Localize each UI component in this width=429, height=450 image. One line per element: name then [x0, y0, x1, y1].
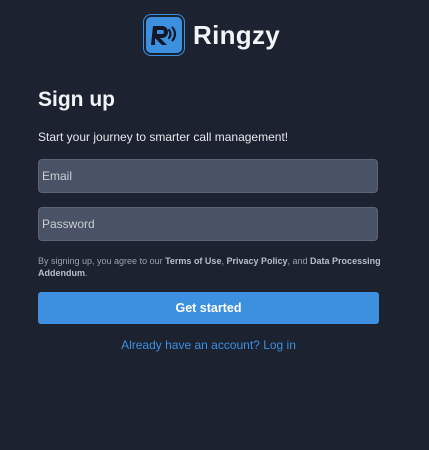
- email-field[interactable]: [38, 159, 378, 193]
- terms-notice: By signing up, you agree to our Terms of…: [38, 255, 383, 279]
- brand-logo: Ringzy: [144, 13, 280, 57]
- ringzy-logo-icon: [144, 15, 184, 55]
- privacy-policy-link[interactable]: Privacy Policy: [226, 256, 287, 266]
- page-subtitle: Start your journey to smarter call manag…: [38, 130, 289, 144]
- terms-of-use-link[interactable]: Terms of Use: [165, 256, 221, 266]
- page-title: Sign up: [38, 88, 115, 111]
- login-link[interactable]: Already have an account? Log in: [0, 338, 417, 352]
- get-started-button[interactable]: Get started: [38, 292, 379, 324]
- terms-prefix: By signing up, you agree to our: [38, 256, 166, 266]
- password-field[interactable]: [38, 207, 378, 241]
- brand-name: Ringzy: [193, 19, 281, 50]
- terms-separator: , and: [287, 256, 311, 266]
- terms-suffix: .: [85, 268, 88, 278]
